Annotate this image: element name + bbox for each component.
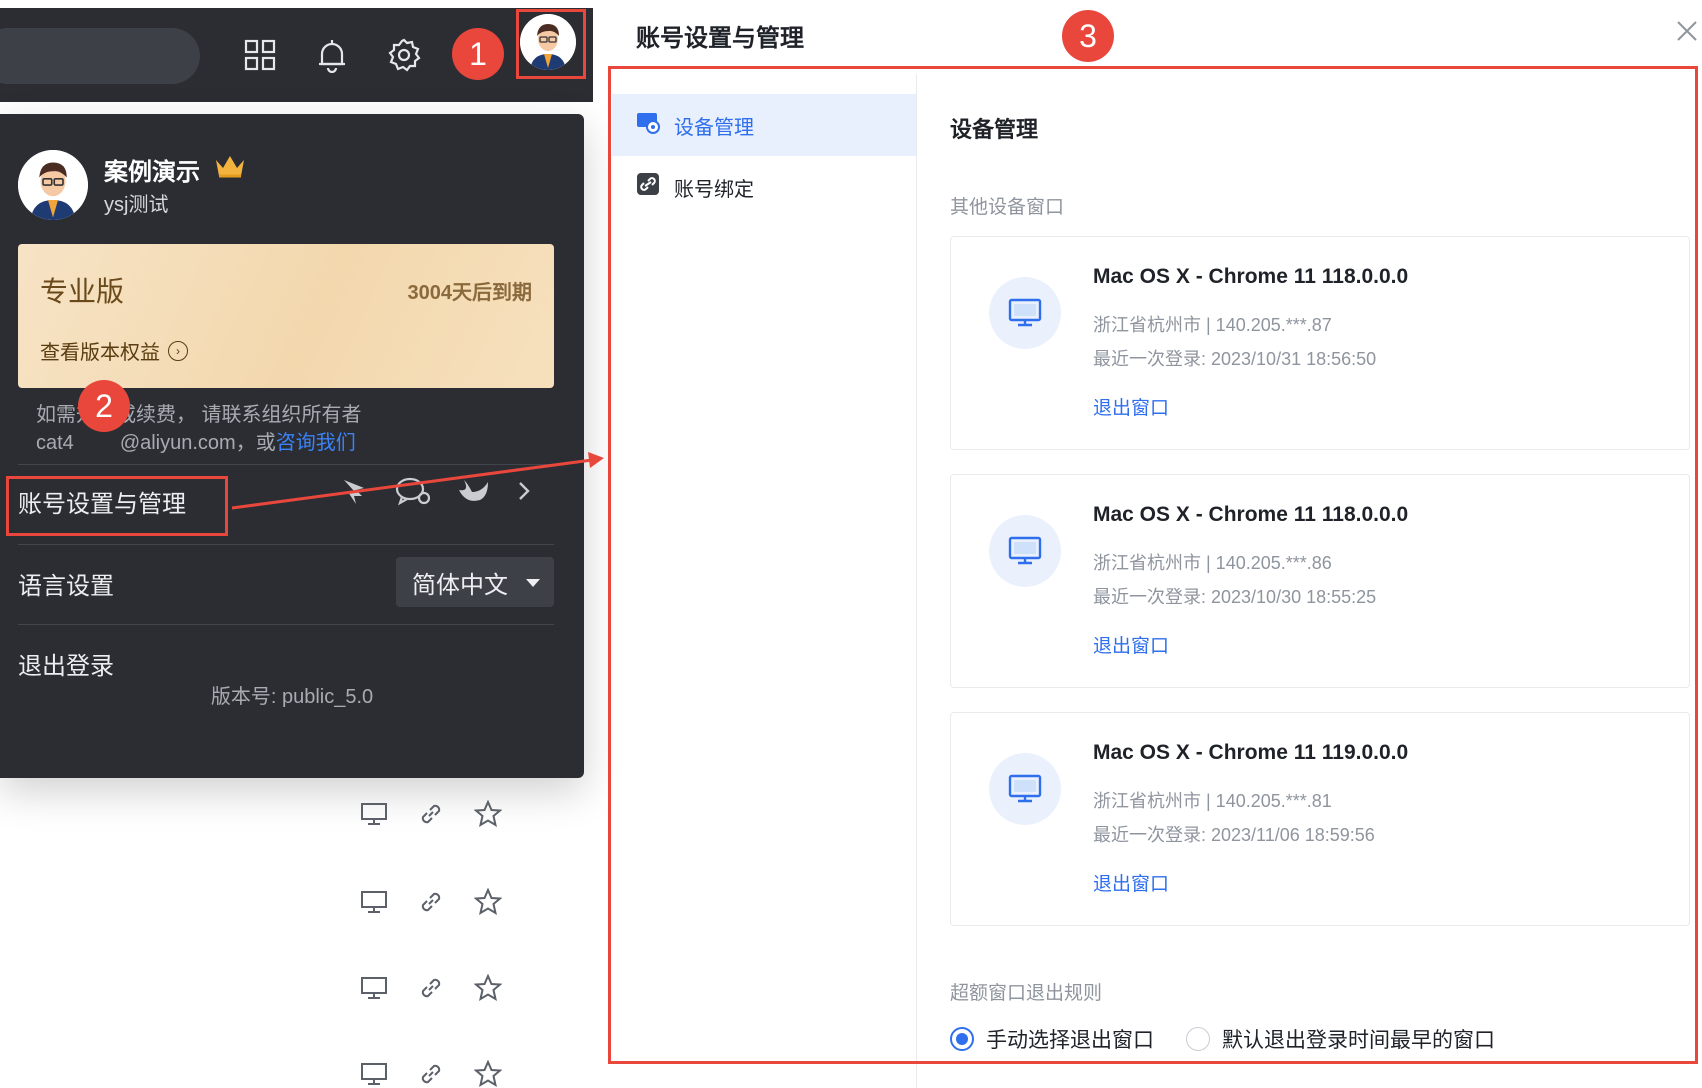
feishu-icon xyxy=(456,476,490,511)
link-icon[interactable] xyxy=(418,975,444,1006)
star-icon[interactable] xyxy=(473,887,503,921)
version-text: 版本号: public_5.0 xyxy=(210,686,374,708)
link-icon[interactable] xyxy=(418,801,444,832)
menu-avatar xyxy=(18,150,88,220)
annotation-badge-1: 1 xyxy=(452,28,504,80)
language-value: 简体中文 xyxy=(412,571,508,599)
wechat-icon xyxy=(394,476,432,511)
annotation-highlight-dialog xyxy=(608,66,1698,1064)
language-settings-label: 语言设置 xyxy=(18,573,114,600)
caret-down-icon xyxy=(526,579,540,587)
top-navbar xyxy=(0,8,593,102)
list-item-actions xyxy=(360,1059,503,1088)
star-icon[interactable] xyxy=(473,799,503,833)
monitor-icon[interactable] xyxy=(360,976,388,1005)
annotation-badge-2: 2 xyxy=(78,380,130,432)
contact-us-link[interactable]: 咨询我们 xyxy=(276,432,356,454)
bell-icon[interactable] xyxy=(310,33,354,77)
plan-expire: 3004天后到期 xyxy=(407,282,533,304)
chevron-right-icon[interactable] xyxy=(514,476,534,511)
menu-divider xyxy=(18,464,554,465)
user-name: 案例演示 xyxy=(104,159,200,186)
menu-divider xyxy=(18,624,554,625)
account-bind-icons xyxy=(340,476,534,511)
close-icon[interactable] xyxy=(1676,20,1698,47)
dingtalk-icon xyxy=(340,476,370,511)
monitor-icon[interactable] xyxy=(360,1062,388,1088)
contact-email-prefix: cat4 xyxy=(36,432,74,454)
plan-benefits-label: 查看版本权益 xyxy=(40,342,160,364)
monitor-icon[interactable] xyxy=(360,890,388,919)
star-icon[interactable] xyxy=(473,1059,503,1088)
language-select[interactable]: 简体中文 xyxy=(396,557,554,607)
link-icon[interactable] xyxy=(418,889,444,920)
account-dropdown-menu: 案例演示 ysj测试 专业版 3004天后到期 查看版本权益 › 如需升级或续费… xyxy=(0,114,584,778)
user-org: ysj测试 xyxy=(104,194,169,216)
contact-note: cat4 @aliyun.com，或咨询我们 xyxy=(36,426,356,455)
monitor-icon[interactable] xyxy=(360,802,388,831)
logout-menu-item[interactable]: 退出登录 xyxy=(18,646,114,681)
annotation-badge-3: 3 xyxy=(1062,10,1114,62)
apps-grid-icon[interactable] xyxy=(238,33,282,77)
list-item-actions xyxy=(360,799,503,833)
plan-name: 专业版 xyxy=(40,276,125,307)
gear-icon[interactable] xyxy=(382,33,426,77)
plan-benefits-link[interactable]: 查看版本权益 › xyxy=(40,336,188,365)
star-icon[interactable] xyxy=(473,973,503,1007)
list-item-actions xyxy=(360,973,503,1007)
annotation-highlight-account-settings xyxy=(6,476,228,536)
crown-icon xyxy=(214,154,246,185)
plan-card: 专业版 3004天后到期 查看版本权益 › xyxy=(18,244,554,388)
menu-divider xyxy=(18,544,554,545)
link-icon[interactable] xyxy=(418,1061,444,1088)
search-input[interactable] xyxy=(0,28,200,84)
contact-email-suffix: @aliyun.com，或 xyxy=(119,432,276,454)
dialog-title: 账号设置与管理 xyxy=(636,25,804,52)
avatar[interactable] xyxy=(520,14,576,70)
list-item-actions xyxy=(360,887,503,921)
chevron-right-circle-icon: › xyxy=(168,340,188,361)
